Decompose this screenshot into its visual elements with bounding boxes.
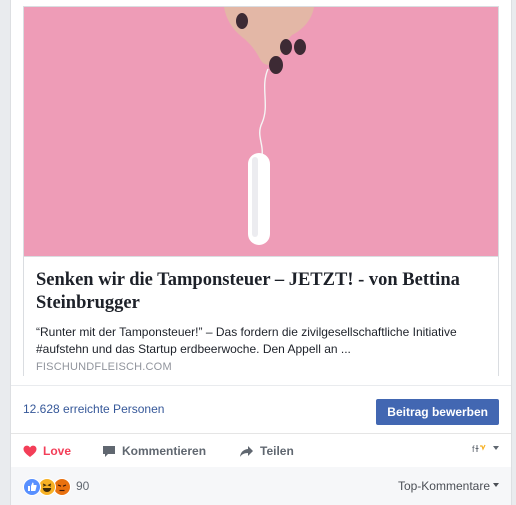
link-title[interactable]: Senken wir die Tamponsteuer – JETZT! - v… (36, 269, 488, 315)
link-description: “Runter mit der Tamponsteuer!” – Das for… (36, 325, 457, 356)
comment-sort-dropdown[interactable]: Top-Kommentare (398, 479, 499, 493)
reaction-icons[interactable] (23, 478, 71, 496)
reactions-toggle-icon: f (472, 444, 486, 454)
action-bar: Love Kommentieren Teilen f (11, 433, 511, 469)
link-image[interactable] (24, 7, 498, 256)
reaction-count[interactable]: 90 (76, 479, 89, 493)
chevron-down-icon (493, 446, 499, 450)
boost-post-button[interactable]: Beitrag bewerben (376, 399, 499, 425)
comment-sort-label: Top-Kommentare (397, 479, 490, 493)
share-button[interactable]: Teilen (239, 434, 294, 468)
like-icon (23, 478, 41, 496)
comment-button[interactable]: Kommentieren (102, 434, 206, 468)
reactions-summary: 90 Top-Kommentare (11, 467, 511, 505)
share-icon (240, 445, 253, 457)
insights-row: 12.628 erreichte Personen Beitrag bewerb… (11, 385, 511, 434)
love-label: Love (43, 444, 72, 458)
reach-link[interactable]: 12.628 erreichte Personen (23, 402, 164, 416)
link-text-area[interactable]: Senken wir die Tamponsteuer – JETZT! - v… (24, 256, 498, 376)
chevron-down-icon (493, 483, 499, 487)
link-domain: FISCHUNDFLEISCH.COM (36, 361, 172, 373)
svg-text:f: f (472, 444, 475, 454)
link-preview[interactable]: Senken wir die Tamponsteuer – JETZT! - v… (23, 6, 499, 376)
love-button[interactable]: Love (23, 434, 71, 468)
comment-label: Kommentieren (122, 444, 207, 458)
tampon-photo (24, 7, 498, 256)
reaction-selector[interactable]: f (472, 443, 499, 455)
post-card: Senken wir die Tamponsteuer – JETZT! - v… (10, 0, 512, 505)
share-label: Teilen (260, 444, 294, 458)
comment-icon (103, 445, 115, 457)
heart-icon (23, 445, 37, 457)
